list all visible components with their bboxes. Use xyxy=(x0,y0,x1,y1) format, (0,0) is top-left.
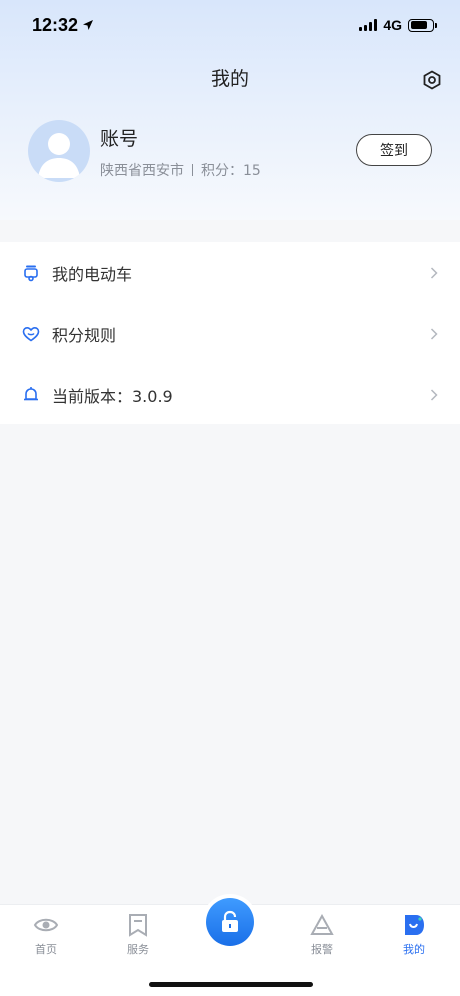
lock-icon xyxy=(222,910,238,932)
battery-icon xyxy=(408,18,437,32)
menu-item-label: 当前版本：3.0.9 xyxy=(52,386,173,406)
username: 账号 xyxy=(100,128,139,150)
settings-button[interactable] xyxy=(420,68,444,92)
page-title: 我的 xyxy=(210,68,249,90)
alarm-icon xyxy=(309,913,335,937)
chevron-right-icon xyxy=(430,266,438,279)
status-time: 12:32 xyxy=(32,15,94,36)
bell-icon xyxy=(22,386,40,404)
tab-label: 服务 xyxy=(127,943,149,956)
network-type: 4G xyxy=(383,17,402,33)
menu-list: 我的电动车 积分规则 当前版本：3.0.9 xyxy=(0,242,460,424)
sign-in-button[interactable]: 签到 xyxy=(356,134,432,166)
status-bar: 12:32 4G xyxy=(0,0,460,50)
user-location: 陕西省西安市 xyxy=(100,163,184,179)
tab-home[interactable]: 首页 xyxy=(16,913,76,957)
menu-item-label: 我的电动车 xyxy=(52,264,133,284)
scooter-icon xyxy=(22,264,40,282)
tab-label: 我的 xyxy=(403,943,425,956)
meta-separator xyxy=(192,164,193,176)
chevron-right-icon xyxy=(430,327,438,340)
avatar-placeholder-icon xyxy=(38,133,80,178)
user-meta: 陕西省西安市 积分：15 xyxy=(100,160,261,180)
status-time-text: 12:32 xyxy=(32,14,79,35)
home-indicator xyxy=(149,982,313,987)
status-indicators: 4G xyxy=(359,17,437,33)
profile-card: 账号 陕西省西安市 积分：15 签到 xyxy=(28,120,432,184)
eye-icon xyxy=(33,913,59,937)
heart-icon xyxy=(22,325,40,343)
menu-item-version[interactable]: 当前版本：3.0.9 xyxy=(0,364,460,425)
lock-button[interactable] xyxy=(206,898,254,946)
tab-label: 报警 xyxy=(311,943,333,956)
menu-item-my-scooter[interactable]: 我的电动车 xyxy=(0,242,460,303)
service-icon xyxy=(125,913,151,937)
user-points: 积分：15 xyxy=(201,163,261,179)
tab-service[interactable]: 服务 xyxy=(108,913,168,957)
chevron-right-icon xyxy=(430,388,438,401)
avatar[interactable] xyxy=(28,120,90,182)
tab-label: 首页 xyxy=(35,943,57,956)
menu-item-points-rules[interactable]: 积分规则 xyxy=(0,303,460,364)
location-arrow-icon xyxy=(83,20,94,30)
tab-alarm[interactable]: 报警 xyxy=(292,913,352,957)
tab-profile[interactable]: 我的 xyxy=(384,913,444,957)
menu-item-label: 积分规则 xyxy=(52,325,117,345)
settings-hexagon-icon xyxy=(423,70,441,90)
signal-icon xyxy=(359,19,378,31)
profile-icon xyxy=(401,913,427,937)
